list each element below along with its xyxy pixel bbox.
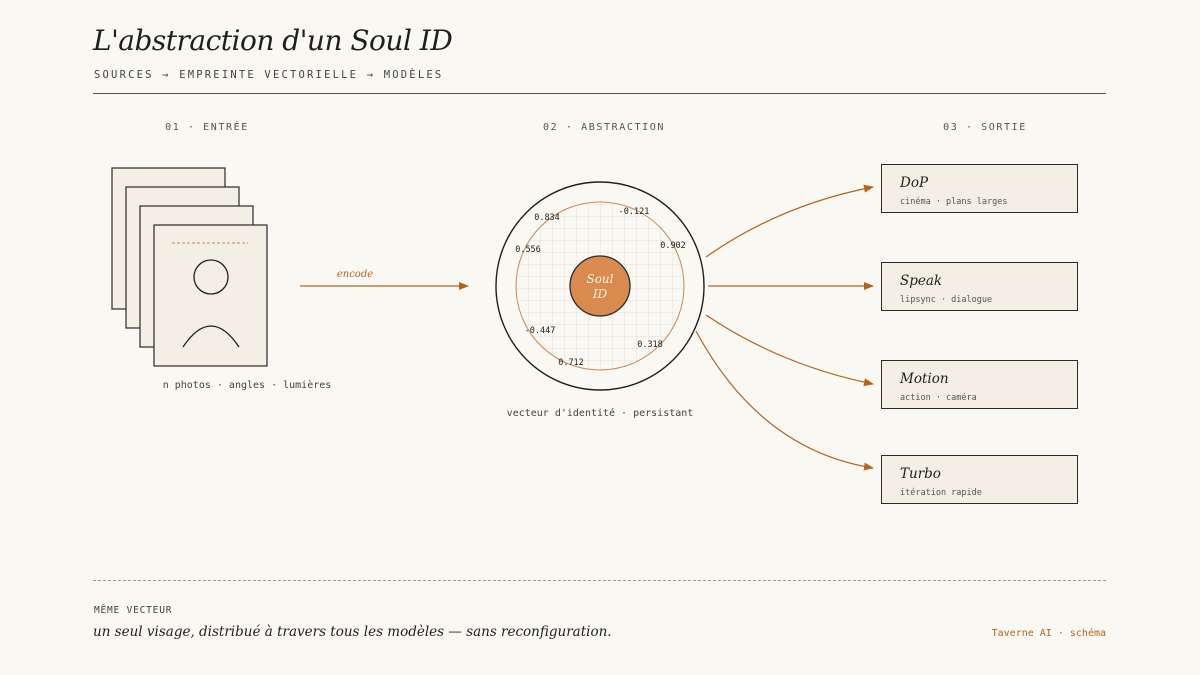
- output-name: Motion: [900, 371, 949, 387]
- footer-label: MÊME VECTEUR: [94, 605, 173, 616]
- output-card-speak: Speak lipsync · dialogue: [881, 262, 1078, 311]
- output-arrow-motion: [705, 314, 874, 387]
- output-name: DoP: [900, 175, 929, 191]
- output-name: Speak: [900, 273, 943, 289]
- vector-value: 0.834: [534, 213, 560, 223]
- credit-text: Taverne AI · schéma: [991, 628, 1106, 639]
- encode-label: encode: [337, 269, 373, 280]
- soul-id-label-line1: Soul: [586, 272, 613, 286]
- output-card-dop: DoP cinéma · plans larges: [881, 164, 1078, 213]
- output-description: action · caméra: [900, 393, 977, 403]
- output-arrow-turbo: [695, 330, 874, 471]
- output-description: itération rapide: [900, 488, 982, 498]
- soul-id-node: [569, 255, 631, 317]
- soul-id-label-line2: ID: [592, 287, 608, 301]
- footer-tagline: un seul visage, distribué à travers tous…: [93, 624, 612, 640]
- footer-divider: [93, 580, 1106, 581]
- vector-value: 0.556: [515, 245, 541, 255]
- core-caption: vecteur d'identité · persistant: [506, 408, 694, 419]
- vector-value: 0.902: [660, 241, 686, 251]
- input-caption: n photos · angles · lumières: [162, 380, 332, 391]
- vector-value: 0.712: [558, 358, 584, 368]
- output-card-motion: Motion action · caméra: [881, 360, 1078, 409]
- vector-value: 0.318: [637, 340, 663, 350]
- diagram-canvas: encode Soul ID 0.834 -0.121 0.902 0.556 …: [111, 167, 874, 471]
- output-description: cinéma · plans larges: [900, 197, 1008, 207]
- photo-card-front: [153, 224, 268, 367]
- soul-id-core: Soul ID 0.834 -0.121 0.902 0.556 -0.447 …: [495, 181, 705, 391]
- output-card-turbo: Turbo itération rapide: [881, 455, 1078, 504]
- output-name: Turbo: [900, 466, 941, 482]
- output-arrow-dop: [705, 184, 874, 258]
- output-description: lipsync · dialogue: [900, 295, 993, 305]
- vector-value: -0.121: [619, 207, 650, 217]
- vector-value: -0.447: [525, 326, 556, 336]
- photo-stack: [111, 167, 268, 367]
